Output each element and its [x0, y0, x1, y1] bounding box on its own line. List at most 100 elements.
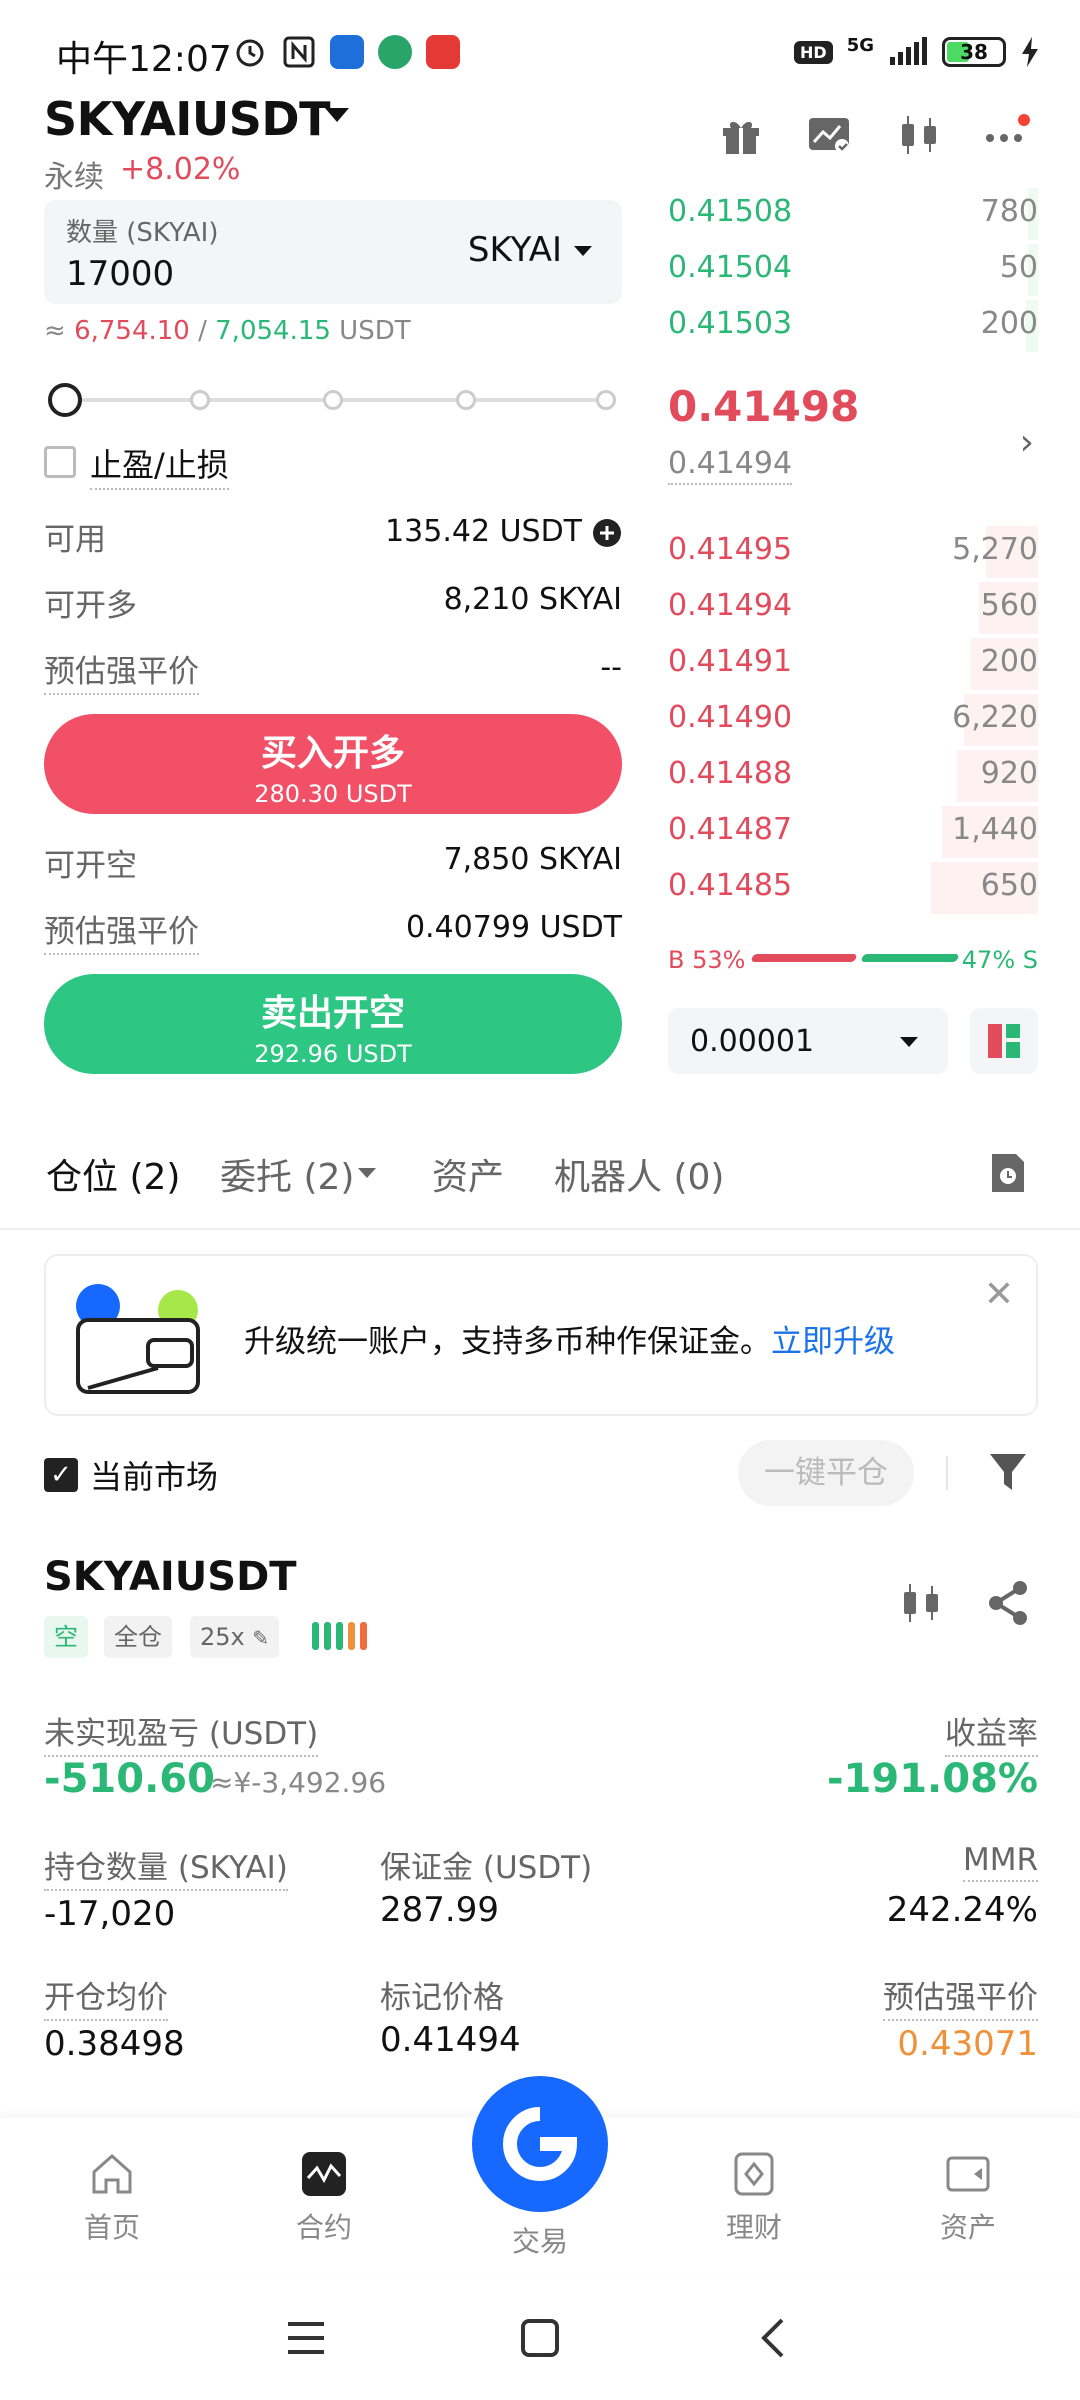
position-size-label[interactable]: 持仓数量 (SKYAI) — [44, 1842, 288, 1891]
orderbook-price: 0.41508 — [668, 194, 793, 229]
app-notification-icon — [330, 35, 364, 69]
chevron-right-icon[interactable]: › — [1020, 422, 1034, 463]
orderbook-row[interactable]: 0.41490 6,220 — [668, 692, 1038, 748]
last-price[interactable]: 0.41498 — [668, 382, 859, 431]
orders-caret-icon[interactable] — [358, 1168, 376, 1178]
liq-price-value: 0.43071 — [897, 2024, 1038, 2064]
slider-step-75[interactable] — [456, 390, 476, 410]
orderbook-row[interactable]: 0.41503 200 — [668, 298, 1038, 354]
orderbook-row[interactable]: 0.41491 200 — [668, 636, 1038, 692]
tab-bots[interactable]: 机器人 (0) — [554, 1148, 724, 1200]
current-market-checkbox[interactable]: ✓ — [44, 1458, 78, 1492]
close-all-button[interactable]: 一键平仓 — [738, 1440, 914, 1506]
quantity-input[interactable]: 数量 (SKYAI) 17000 SKYAI — [44, 200, 622, 304]
nfc-icon — [283, 36, 315, 68]
earn-icon — [734, 2152, 774, 2196]
tabs-divider — [0, 1228, 1080, 1230]
mark-price[interactable]: 0.41494 — [668, 446, 793, 485]
wallet-illustration-icon — [76, 1284, 200, 1394]
tick-size-selector[interactable]: 0.00001 — [668, 1008, 948, 1074]
futures-icon — [302, 2152, 346, 2196]
tab-orders[interactable]: 委托 (2) — [220, 1148, 354, 1200]
market-type: 永续 — [44, 160, 104, 195]
close-icon[interactable]: ✕ — [984, 1274, 1014, 1315]
can-long-value: 8,210 SKYAI — [443, 582, 622, 617]
orderbook-row[interactable]: 0.41488 920 — [668, 748, 1038, 804]
nav-assets-label: 资产 — [939, 2211, 996, 2244]
history-icon[interactable] — [988, 1150, 1028, 1196]
liq-price-short-label[interactable]: 预估强平价 — [44, 906, 199, 955]
candlestick-icon[interactable] — [896, 112, 942, 158]
orderbook-row[interactable]: 0.41508 780 — [668, 186, 1038, 242]
upgrade-banner[interactable]: 升级统一账户，支持多币种作保证金。立即升级 ✕ — [44, 1254, 1038, 1416]
nav-home-label: 首页 — [83, 2211, 140, 2244]
orderbook-price: 0.41494 — [668, 588, 793, 623]
slider-step-100[interactable] — [596, 390, 616, 410]
tab-positions[interactable]: 仓位 (2) — [46, 1148, 180, 1200]
filter-icon[interactable] — [988, 1450, 1028, 1494]
quantity-label: 数量 (SKYAI) — [66, 218, 219, 248]
current-market-label[interactable]: 当前市场 — [90, 1452, 218, 1498]
sell-ratio: 47% S — [961, 946, 1038, 974]
buy-ratio: B 53% — [668, 946, 746, 974]
unrealized-pnl-cny: ≈¥-3,492.96 — [210, 1766, 387, 1799]
candlestick-icon[interactable] — [898, 1580, 944, 1626]
liq-price-label[interactable]: 预估强平价 — [883, 1972, 1038, 2021]
status-left-icons — [232, 34, 460, 70]
margin-value[interactable]: 287.99 — [380, 1890, 499, 1930]
status-right-icons: HD 5G 38 — [794, 32, 1040, 72]
network-label: 5G — [846, 34, 874, 56]
orderbook-row[interactable]: 0.41485 650 — [668, 860, 1038, 916]
nav-earn[interactable]: 理财 — [684, 2150, 824, 2246]
slider-step-25[interactable] — [190, 390, 210, 410]
orderbook-price: 0.41491 — [668, 644, 793, 679]
orderbook-row[interactable]: 0.41504 50 — [668, 242, 1038, 298]
sell-short-button[interactable]: 卖出开空 292.96 USDT — [44, 974, 622, 1074]
unrealized-pnl-label[interactable]: 未实现盈亏 (USDT) — [44, 1708, 319, 1757]
quantity-value[interactable]: 17000 — [66, 254, 174, 294]
orderbook-qty: 6,220 — [952, 700, 1038, 735]
signal-icon — [890, 37, 927, 65]
chart-settings-icon[interactable] — [806, 112, 852, 158]
gift-icon[interactable] — [718, 112, 764, 158]
orderbook-qty: 920 — [980, 756, 1038, 791]
roe-label[interactable]: 收益率 — [945, 1708, 1038, 1757]
share-icon[interactable] — [986, 1580, 1032, 1626]
status-bar: 中午12:07 HD 5G 38 — [0, 0, 1080, 100]
roe-value: -191.08% — [826, 1756, 1038, 1802]
quantity-unit-selector[interactable]: SKYAI — [468, 230, 562, 270]
unrealized-pnl-value: -510.60 — [44, 1756, 215, 1802]
position-symbol[interactable]: SKYAIUSDT — [44, 1554, 297, 1600]
more-icon[interactable] — [984, 112, 1030, 158]
mmr-label[interactable]: MMR — [962, 1842, 1038, 1882]
nav-assets[interactable]: 资产 — [898, 2150, 1038, 2246]
orderbook-layout-button[interactable] — [970, 1008, 1038, 1074]
entry-price-label[interactable]: 开仓均价 — [44, 1972, 168, 2021]
back-icon[interactable] — [754, 2318, 794, 2358]
menu-icon[interactable] — [286, 2318, 326, 2358]
upgrade-link[interactable]: 立即升级 — [771, 1324, 895, 1360]
buy-long-button[interactable]: 买入开多 280.30 USDT — [44, 714, 622, 814]
slider-knob[interactable] — [48, 383, 82, 417]
nav-home[interactable]: 首页 — [42, 2150, 182, 2246]
orderbook-row[interactable]: 0.41495 5,270 — [668, 524, 1038, 580]
liq-price-long-label[interactable]: 预估强平价 — [44, 646, 199, 695]
leverage-tag[interactable]: 25x ✎ — [190, 1616, 280, 1658]
tpsl-checkbox[interactable] — [44, 446, 76, 478]
pair-selector[interactable]: SKYAIUSDT — [44, 92, 330, 146]
nav-trade-button[interactable] — [472, 2076, 608, 2212]
nav-earn-label: 理财 — [725, 2211, 782, 2244]
add-funds-icon[interactable] — [592, 518, 622, 548]
tab-assets[interactable]: 资产 — [432, 1148, 504, 1200]
orderbook-qty: 560 — [980, 588, 1038, 623]
pair-caret-icon[interactable] — [325, 108, 349, 122]
unit-caret-icon[interactable] — [574, 246, 592, 256]
nav-futures[interactable]: 合约 — [254, 2150, 394, 2246]
orderbook-qty: 200 — [980, 644, 1038, 679]
orderbook-row[interactable]: 0.41494 560 — [668, 580, 1038, 636]
tpsl-label[interactable]: 止盈/止损 — [90, 440, 229, 490]
slider-step-50[interactable] — [323, 390, 343, 410]
home-button-icon[interactable] — [520, 2318, 560, 2358]
margin-mode-tag: 全仓 — [104, 1616, 172, 1658]
orderbook-row[interactable]: 0.41487 1,440 — [668, 804, 1038, 860]
